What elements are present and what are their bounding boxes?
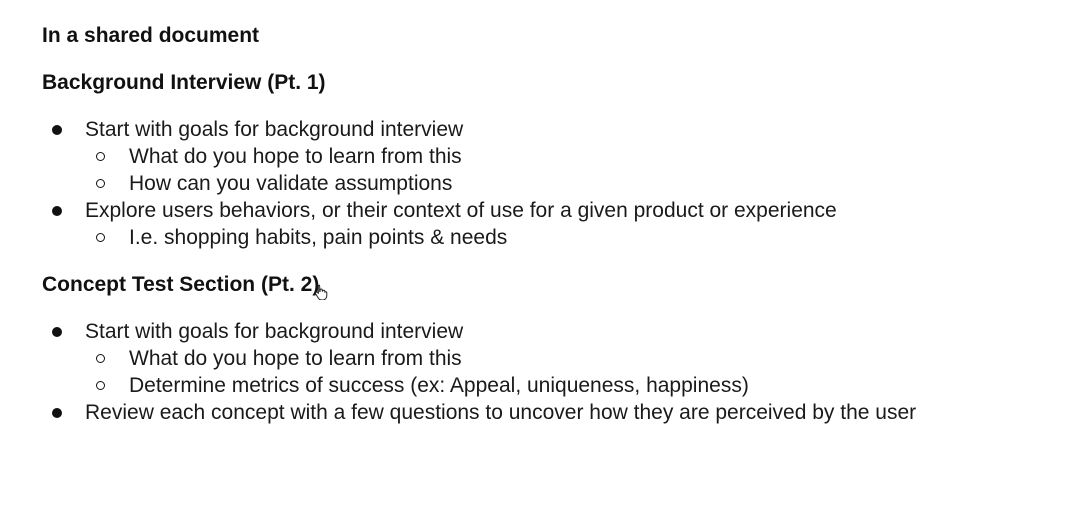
bullet-circle-icon bbox=[96, 381, 105, 390]
list-item-text: Explore users behaviors, or their contex… bbox=[85, 199, 837, 222]
list-item: Explore users behaviors, or their contex… bbox=[42, 197, 1059, 251]
sub-list-item-text: How can you validate assumptions bbox=[129, 172, 453, 195]
bullet-disc-icon bbox=[52, 327, 62, 337]
bullet-disc-icon bbox=[52, 206, 62, 216]
bullet-list: Start with goals for background intervie… bbox=[42, 116, 1059, 251]
sub-list-item: I.e. shopping habits, pain points & need… bbox=[42, 224, 1059, 251]
list-item-text: Review each concept with a few questions… bbox=[85, 401, 917, 424]
list-item: Start with goals for background intervie… bbox=[42, 318, 1059, 399]
section-heading-background-interview: Background Interview (Pt. 1) bbox=[42, 71, 326, 94]
list-item: Start with goals for background intervie… bbox=[42, 116, 1059, 197]
section-heading-concept-test: Concept Test Section (Pt. 2) bbox=[42, 273, 320, 296]
document-body: In a shared document Background Intervie… bbox=[42, 22, 1059, 426]
sub-list-item-text: I.e. shopping habits, pain points & need… bbox=[129, 226, 508, 249]
sub-list-item-text: What do you hope to learn from this bbox=[129, 145, 462, 168]
bullet-circle-icon bbox=[96, 179, 105, 188]
sub-list-item-text: What do you hope to learn from this bbox=[129, 347, 462, 370]
sub-list-item: What do you hope to learn from this bbox=[42, 143, 1059, 170]
list-item-text: Start with goals for background intervie… bbox=[85, 118, 464, 141]
document-title: In a shared document bbox=[42, 24, 260, 47]
bullet-list: Start with goals for background intervie… bbox=[42, 318, 1059, 426]
sub-list-item: What do you hope to learn from this bbox=[42, 345, 1059, 372]
bullet-circle-icon bbox=[96, 233, 105, 242]
sub-list-item: How can you validate assumptions bbox=[42, 170, 1059, 197]
bullet-circle-icon bbox=[96, 152, 105, 161]
sub-bullet-list: I.e. shopping habits, pain points & need… bbox=[85, 224, 1059, 251]
bullet-disc-icon bbox=[52, 125, 62, 135]
list-item: Review each concept with a few questions… bbox=[42, 399, 1059, 426]
sub-bullet-list: What do you hope to learn from this Dete… bbox=[85, 345, 1059, 399]
bullet-disc-icon bbox=[52, 408, 62, 418]
list-item-text: Start with goals for background intervie… bbox=[85, 320, 464, 343]
sub-list-item: Determine metrics of success (ex: Appeal… bbox=[42, 372, 1059, 399]
sub-bullet-list: What do you hope to learn from this How … bbox=[85, 143, 1059, 197]
sub-list-item-text: Determine metrics of success (ex: Appeal… bbox=[129, 374, 749, 397]
bullet-circle-icon bbox=[96, 354, 105, 363]
hand-pointer-icon bbox=[314, 284, 328, 300]
